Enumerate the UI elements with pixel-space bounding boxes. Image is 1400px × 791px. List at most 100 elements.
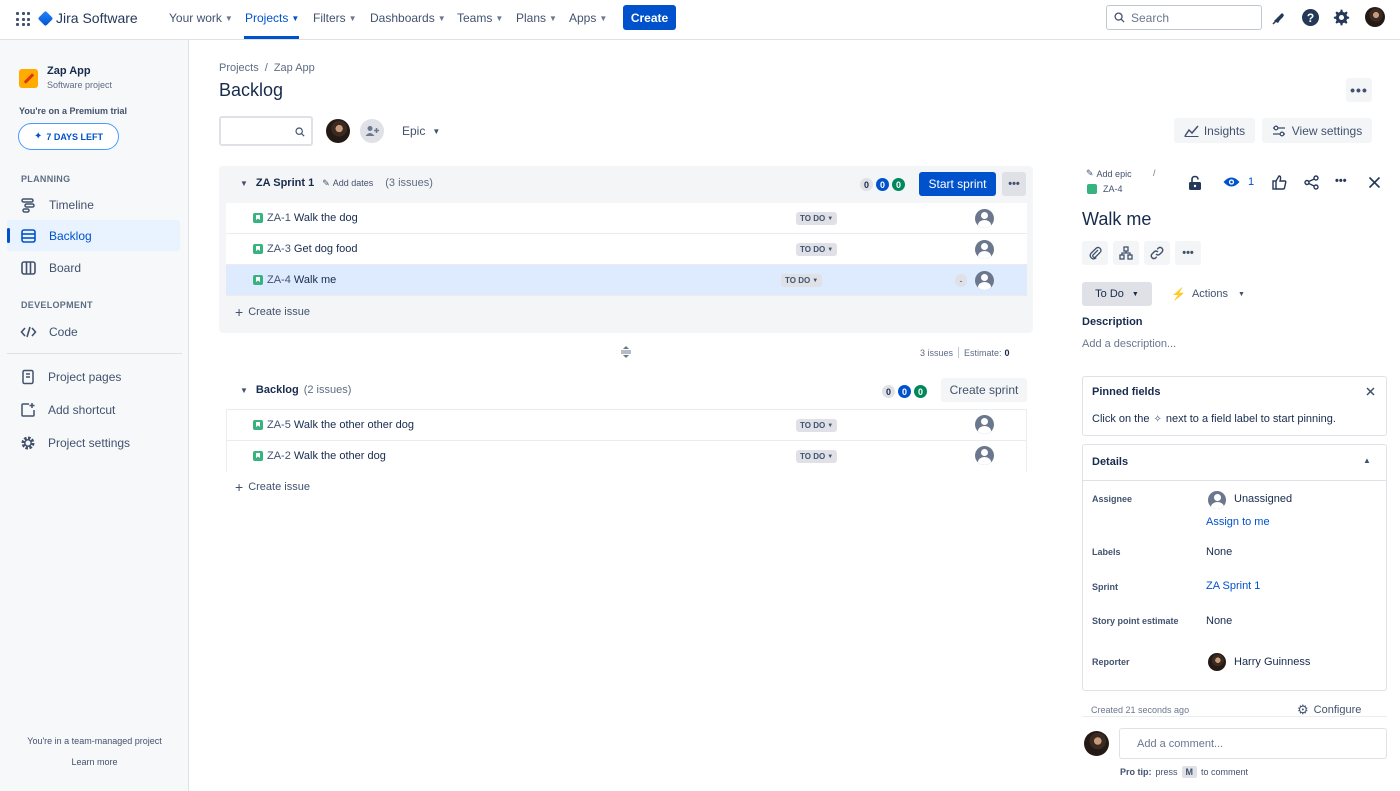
comment-input[interactable]: Add a comment...: [1119, 728, 1387, 759]
table-row-selected[interactable]: ZA-4 Walk me TO DO ▼ -: [226, 265, 1027, 296]
table-row[interactable]: ZA-1 Walk the dog TO DO ▼: [226, 203, 1027, 234]
sidebar-item-code[interactable]: Code: [20, 324, 78, 340]
thumbs-up-icon[interactable]: [1272, 175, 1287, 190]
status-dropdown[interactable]: TO DO ▼: [796, 450, 838, 463]
sidebar-active-marker: [7, 228, 10, 243]
drag-handle-icon[interactable]: [620, 346, 632, 358]
create-button[interactable]: Create: [623, 5, 676, 30]
more-icon[interactable]: •••: [1335, 175, 1347, 187]
chevron-up-icon[interactable]: ▲: [1363, 456, 1371, 465]
project-name[interactable]: Zap App: [47, 65, 91, 77]
more-actions-button[interactable]: •••: [1346, 78, 1372, 102]
sprint-create-issue-button[interactable]: + Create issue: [235, 305, 310, 319]
trial-days-left-button[interactable]: ✦ 7 DAYS LEFT: [18, 123, 119, 150]
backlog-create-issue-button[interactable]: + Create issue: [235, 480, 310, 494]
sprint-header[interactable]: ▼ ZA Sprint 1 ✎ Add dates (3 issues): [240, 177, 433, 189]
chevron-down-icon[interactable]: ▼: [240, 386, 248, 395]
assignee-avatar[interactable]: [975, 271, 994, 290]
add-person-icon: [365, 126, 379, 136]
nav-your-work[interactable]: Your work ▼: [169, 11, 233, 25]
assignee-avatar[interactable]: [975, 415, 994, 434]
issue-title[interactable]: Walk me: [1082, 209, 1151, 230]
attach-button[interactable]: [1082, 241, 1108, 265]
status-dropdown[interactable]: TO DO ▼: [781, 274, 823, 287]
user-avatar[interactable]: [1365, 7, 1385, 27]
child-issue-button[interactable]: [1113, 241, 1139, 265]
issue-key-link[interactable]: ZA-4: [1087, 184, 1123, 194]
more-actions-button[interactable]: •••: [1175, 241, 1201, 265]
chevron-down-icon: ▼: [495, 13, 504, 23]
sidebar-item-backlog[interactable]: Backlog: [20, 228, 92, 244]
watch-button[interactable]: 1: [1223, 176, 1254, 188]
story-point-badge[interactable]: -: [955, 274, 967, 287]
issue-key: ZA-4: [267, 274, 291, 286]
epic-filter-dropdown[interactable]: Epic ▼: [402, 124, 440, 138]
jira-logo[interactable]: Jira Software: [37, 10, 138, 26]
settings-gear-icon[interactable]: [1333, 9, 1350, 26]
insights-button[interactable]: Insights: [1174, 118, 1255, 143]
table-row[interactable]: ZA-3 Get dog food TO DO ▼: [226, 234, 1027, 265]
table-row[interactable]: ZA-5 Walk the other other dog TO DO ▼: [227, 410, 1026, 441]
sidebar-item-project-pages[interactable]: Project pages: [20, 369, 121, 385]
share-icon[interactable]: [1304, 175, 1319, 190]
search-input[interactable]: Search: [1106, 5, 1262, 30]
page-title: Backlog: [219, 80, 284, 100]
actions-dropdown[interactable]: ⚡ Actions ▼: [1171, 287, 1245, 301]
nav-dashboards[interactable]: Dashboards ▼: [370, 11, 446, 25]
eye-icon: [1223, 177, 1240, 187]
view-settings-button[interactable]: View settings: [1262, 118, 1372, 143]
start-sprint-button[interactable]: Start sprint: [919, 172, 996, 196]
assignee-avatar[interactable]: [1208, 491, 1226, 509]
sprint-status-counts: 0 0 0: [860, 178, 905, 191]
assign-to-me-link[interactable]: Assign to me: [1206, 516, 1270, 528]
sidebar-item-timeline[interactable]: Timeline: [20, 197, 94, 213]
assignee-avatar[interactable]: [975, 446, 994, 465]
details-title[interactable]: Details: [1092, 456, 1128, 468]
sidebar-item-add-shortcut[interactable]: Add shortcut: [20, 402, 115, 418]
reporter-value[interactable]: Harry Guinness: [1234, 656, 1310, 668]
configure-button[interactable]: ⚙ Configure: [1297, 704, 1361, 715]
sprint-more-button[interactable]: •••: [1002, 172, 1026, 196]
status-dropdown-button[interactable]: To Do ▼: [1082, 282, 1152, 306]
breadcrumb-project[interactable]: Zap App: [274, 62, 315, 74]
link-issue-button[interactable]: [1144, 241, 1170, 265]
more-icon: •••: [1182, 247, 1194, 259]
add-dates-link[interactable]: ✎ Add dates: [322, 178, 373, 189]
nav-apps[interactable]: Apps ▼: [569, 11, 607, 25]
add-shortcut-icon: [21, 403, 35, 417]
assignee-avatar[interactable]: [975, 209, 994, 228]
nav-plans[interactable]: Plans ▼: [516, 11, 557, 25]
create-sprint-button[interactable]: Create sprint: [941, 378, 1027, 402]
app-switcher-icon[interactable]: [16, 12, 30, 26]
story-points-value[interactable]: None: [1206, 615, 1232, 627]
help-icon[interactable]: ?: [1302, 9, 1319, 26]
description-input[interactable]: Add a description...: [1082, 338, 1176, 350]
close-icon[interactable]: [1366, 387, 1375, 396]
table-row[interactable]: ZA-2 Walk the other dog TO DO ▼: [227, 441, 1026, 472]
backlog-name: Backlog: [255, 384, 299, 396]
nav-teams[interactable]: Teams ▼: [457, 11, 503, 25]
learn-more-link[interactable]: Learn more: [0, 757, 189, 767]
chevron-down-icon: ▼: [1238, 290, 1245, 298]
lock-icon[interactable]: [1188, 175, 1202, 191]
nav-filters[interactable]: Filters ▼: [313, 11, 357, 25]
add-epic-link[interactable]: ✎ Add epic: [1086, 168, 1132, 179]
backlog-header[interactable]: ▼ Backlog (2 issues): [240, 384, 351, 396]
sidebar-item-board[interactable]: Board: [20, 260, 81, 276]
backlog-search-input[interactable]: [219, 116, 313, 146]
status-dropdown[interactable]: TO DO ▼: [796, 212, 838, 225]
status-dropdown[interactable]: TO DO ▼: [796, 419, 838, 432]
chevron-down-icon[interactable]: ▼: [240, 179, 248, 188]
labels-value[interactable]: None: [1206, 546, 1232, 558]
sidebar-item-project-settings[interactable]: Project settings: [20, 435, 130, 451]
add-people-button[interactable]: [360, 119, 384, 143]
sprint-value[interactable]: ZA Sprint 1: [1206, 580, 1260, 592]
user-avatar-filter[interactable]: [326, 119, 350, 143]
notifications-icon[interactable]: [1271, 10, 1287, 26]
assignee-value[interactable]: Unassigned: [1234, 493, 1292, 505]
nav-projects[interactable]: Projects ▼: [245, 11, 299, 25]
assignee-avatar[interactable]: [975, 240, 994, 259]
breadcrumb-projects[interactable]: Projects: [219, 62, 259, 74]
close-icon[interactable]: [1368, 176, 1381, 189]
status-dropdown[interactable]: TO DO ▼: [796, 243, 838, 256]
